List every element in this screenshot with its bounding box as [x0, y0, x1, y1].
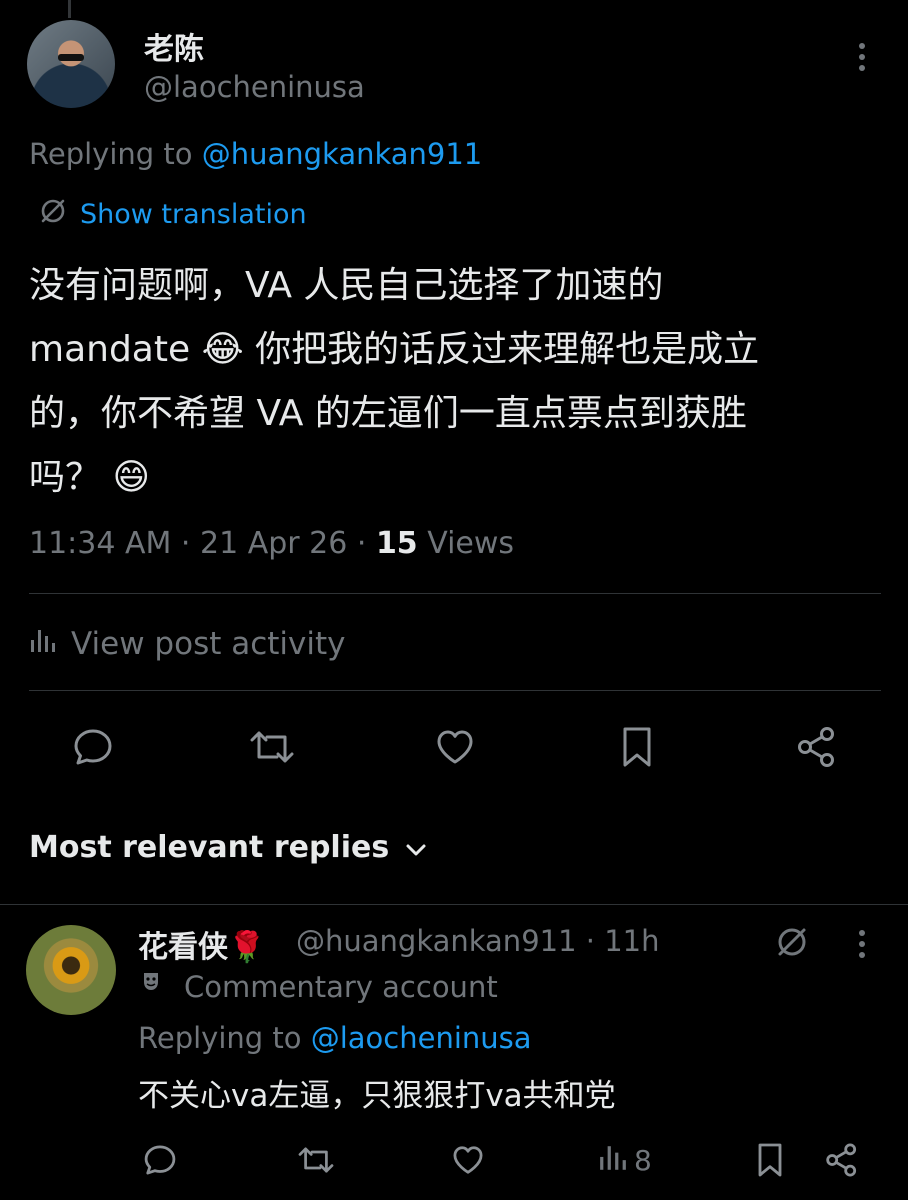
- analytics-icon: [29, 626, 57, 662]
- reply-repost-icon[interactable]: [292, 1138, 340, 1182]
- reply-replying-to-link[interactable]: @laocheninusa: [311, 1021, 532, 1055]
- author-display-name[interactable]: 老陈: [144, 24, 204, 68]
- like-icon[interactable]: [428, 720, 482, 774]
- views-count: 15: [375, 526, 418, 561]
- reply-views-button[interactable]: 8: [598, 1138, 658, 1182]
- reply-replying-to-line: Replying to @laocheninusa: [138, 1021, 532, 1055]
- replying-prefix: Replying to: [138, 1021, 302, 1055]
- show-translation-button[interactable]: Show translation: [38, 196, 307, 233]
- post-timestamp[interactable]: 11:34 AM · 21 Apr 26 ·: [29, 526, 376, 561]
- post-metadata: 11:34 AM · 21 Apr 26 · 15 Views: [29, 526, 514, 561]
- divider: [0, 904, 908, 905]
- post-text-line: 的，你不希望 VA 的左逼们一直点票点到获胜: [29, 393, 747, 434]
- reply-handle-time[interactable]: @huangkankan911 · 11h: [296, 924, 659, 958]
- replies-sort-dropdown[interactable]: Most relevant replies: [29, 830, 427, 865]
- views-label: Views: [417, 526, 515, 561]
- author-handle[interactable]: @laocheninusa: [144, 70, 365, 104]
- commentary-account-label: Commentary account: [140, 968, 498, 1005]
- analytics-icon: [598, 1144, 628, 1176]
- reply-display-name[interactable]: 花看侠🌹: [138, 922, 265, 966]
- bookmark-icon[interactable]: [610, 720, 664, 774]
- divider: [29, 690, 881, 691]
- thread-connector-line: [68, 0, 71, 18]
- reply-views-count: 8: [634, 1143, 652, 1177]
- commentary-account-text: Commentary account: [184, 969, 498, 1004]
- post-text-line: mandate 😂 你把我的话反过来理解也是成立: [29, 329, 760, 370]
- replying-prefix: Replying to: [29, 137, 193, 171]
- reply-text: 不关心va左逼，只狠狠打va共和党: [138, 1078, 616, 1114]
- sunglasses-detail: [58, 54, 84, 61]
- divider: [29, 593, 881, 594]
- post-text-line: 没有问题啊，VA 人民自己选择了加速的: [29, 265, 664, 306]
- post-text: 没有问题啊，VA 人民自己选择了加速的 mandate 😂 你把我的话反过来理解…: [29, 254, 879, 510]
- replies-sort-label: Most relevant replies: [29, 830, 390, 865]
- theater-masks-icon: [140, 968, 170, 1005]
- reply-more-options-icon[interactable]: [859, 930, 867, 963]
- post-text-line: 吗？ 😄: [29, 457, 150, 498]
- reply-reply-icon[interactable]: [138, 1138, 182, 1182]
- reply-share-icon[interactable]: [820, 1138, 864, 1182]
- translate-icon: [38, 196, 68, 233]
- reply-icon[interactable]: [66, 720, 120, 774]
- repost-icon[interactable]: [244, 720, 300, 774]
- view-post-activity-button[interactable]: View post activity: [29, 626, 346, 662]
- more-options-icon[interactable]: [859, 43, 867, 76]
- share-icon[interactable]: [790, 720, 844, 774]
- view-post-activity-label: View post activity: [71, 626, 346, 662]
- chevron-down-icon: [405, 830, 427, 865]
- replying-to-line: Replying to @huangkankan911: [29, 137, 482, 171]
- translate-icon[interactable]: [770, 920, 814, 964]
- reply-avatar[interactable]: [26, 925, 116, 1015]
- replying-to-link[interactable]: @huangkankan911: [202, 137, 483, 171]
- reply-like-icon[interactable]: [446, 1138, 490, 1182]
- show-translation-label: Show translation: [80, 199, 307, 230]
- reply-bookmark-icon[interactable]: [748, 1138, 792, 1182]
- avatar[interactable]: [27, 20, 115, 108]
